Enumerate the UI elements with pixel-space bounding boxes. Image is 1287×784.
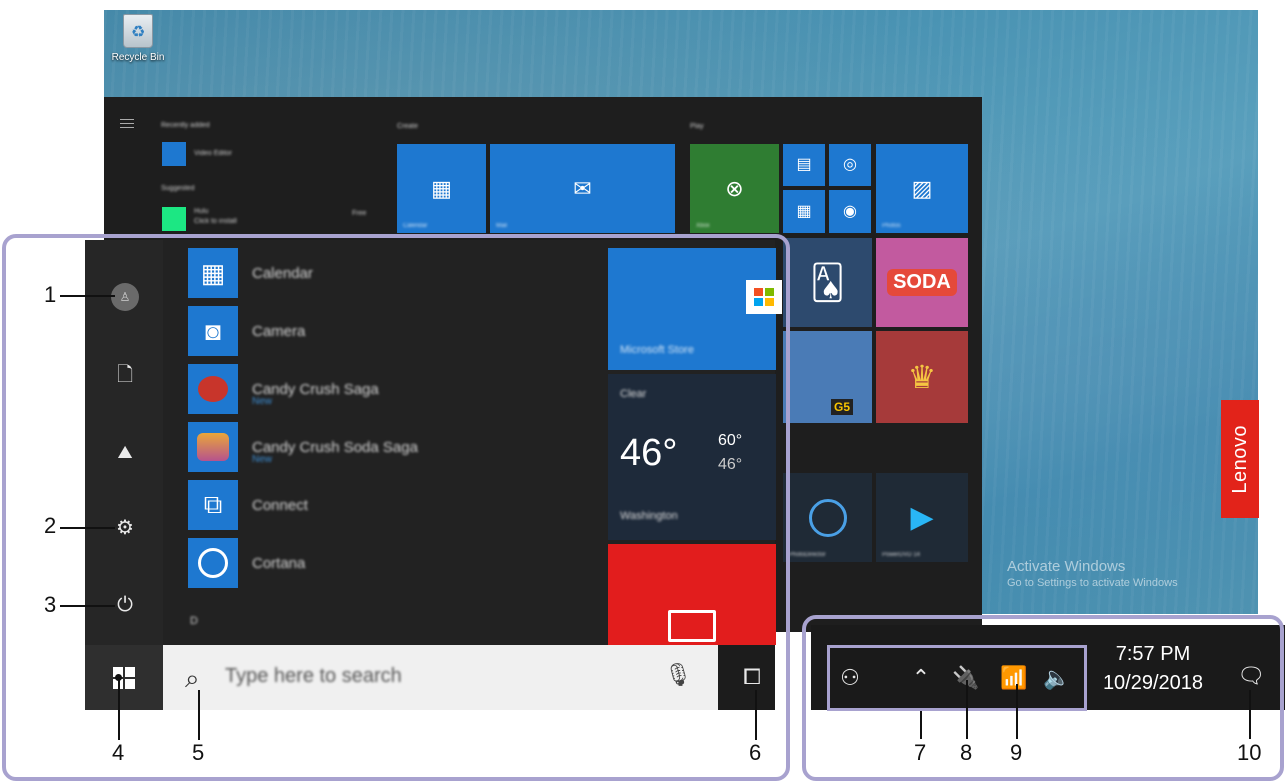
- recycle-bin-icon: [123, 14, 153, 48]
- recently-added-header: Recently added: [161, 122, 210, 129]
- recent-app-label[interactable]: Video Editor: [194, 150, 232, 157]
- suggested-app-badge: Free: [352, 210, 367, 217]
- recycle-bin-label: Recycle Bin: [111, 52, 165, 63]
- suggested-app-label[interactable]: Hulu: [194, 208, 208, 215]
- solitaire-tile[interactable]: 🂡: [783, 238, 872, 327]
- xbox-tile-label: Xbox: [696, 223, 710, 229]
- calendar-tile[interactable]: ▦ Calendar: [397, 144, 486, 233]
- tray-icons-callout-frame: [827, 645, 1087, 711]
- callout-3: 3: [44, 592, 57, 617]
- candy-crush-soda-tile[interactable]: SODA: [876, 238, 968, 327]
- callout-4-leader: [118, 678, 120, 740]
- callout-5-leader: [198, 690, 200, 740]
- callout-5: 5: [192, 740, 205, 765]
- activate-title: Activate Windows: [1007, 558, 1126, 575]
- callout-2: 2: [44, 513, 57, 538]
- webcam-icon: ◉: [843, 202, 857, 220]
- callout-2-leader: [60, 527, 115, 529]
- activate-windows-watermark: Activate Windows Go to Settings to activ…: [1007, 558, 1178, 589]
- mail-icon: ✉: [573, 175, 592, 201]
- crown-icon: ♛: [907, 359, 937, 395]
- hamburger-menu-icon[interactable]: [120, 119, 134, 128]
- callout-8: 8: [960, 740, 973, 765]
- photodirector-tile[interactable]: PhotoDirector: [783, 473, 872, 562]
- calendar-tile-label: Calendar: [403, 223, 428, 229]
- calendar-icon: ▦: [431, 175, 452, 201]
- callout-6-leader: [755, 690, 757, 740]
- mail-tile[interactable]: ✉ Mail: [490, 144, 675, 233]
- clapperboard-icon: ▤: [796, 156, 812, 173]
- photodirector-icon: [808, 498, 847, 537]
- callout-10: 10: [1237, 740, 1262, 765]
- callout-9: 9: [1010, 740, 1023, 765]
- group-header-create: Create: [397, 123, 419, 130]
- recycle-bin[interactable]: Recycle Bin: [108, 14, 168, 63]
- video-editor-icon: [162, 142, 186, 166]
- hulu-icon: [162, 207, 186, 231]
- calculator-icon: ▦: [796, 202, 812, 220]
- callout-10-leader: [1249, 690, 1251, 739]
- powerdvd-label: PowerDVD 14: [882, 552, 921, 558]
- mail-tile-label: Mail: [496, 223, 508, 229]
- group-header-play: Play: [690, 123, 704, 130]
- soda-logo: SODA: [887, 269, 957, 296]
- music-disc-icon: ◎: [843, 156, 857, 173]
- activate-subtitle: Go to Settings to activate Windows: [1007, 577, 1178, 589]
- playing-cards-icon: 🂡: [810, 263, 845, 302]
- kingdom-game-tile[interactable]: ♛: [876, 331, 968, 423]
- g5-badge: G5: [831, 399, 854, 415]
- photos-tile[interactable]: ▨ Photos: [876, 144, 968, 233]
- photo-icon: ▨: [911, 175, 933, 201]
- start-menu-callout-frame: [2, 234, 790, 781]
- callout-3-leader: [60, 605, 115, 607]
- g5-game-tile[interactable]: G5: [783, 331, 872, 423]
- callout-7-leader: [920, 711, 922, 739]
- photos-tile-label: Photos: [882, 223, 901, 229]
- powerdvd-tile[interactable]: ▶ PowerDVD 14: [876, 473, 968, 562]
- photodirector-label: PhotoDirector: [789, 552, 826, 558]
- calculator-tile[interactable]: ▦: [783, 190, 825, 233]
- movies-tile[interactable]: ▤: [783, 144, 825, 186]
- callout-8-leader: [966, 680, 968, 739]
- lenovo-logo: Lenovo: [1221, 400, 1259, 518]
- callout-6: 6: [749, 740, 762, 765]
- xbox-tile[interactable]: ⊗ Xbox: [690, 144, 779, 233]
- suggested-header: Suggested: [161, 185, 195, 192]
- callout-1-leader: [60, 295, 115, 297]
- callout-7: 7: [914, 740, 927, 765]
- suggested-app-sub: Click to install: [194, 218, 237, 225]
- xbox-icon: ⊗: [725, 175, 744, 201]
- camera-tile-small[interactable]: ◉: [829, 190, 871, 233]
- callout-4: 4: [112, 740, 125, 765]
- groove-tile[interactable]: ◎: [829, 144, 871, 186]
- play-icon: ▶: [910, 501, 934, 534]
- callout-9-leader: [1016, 684, 1018, 739]
- callout-1: 1: [44, 282, 57, 307]
- lenovo-logo-text: Lenovo: [1228, 424, 1251, 494]
